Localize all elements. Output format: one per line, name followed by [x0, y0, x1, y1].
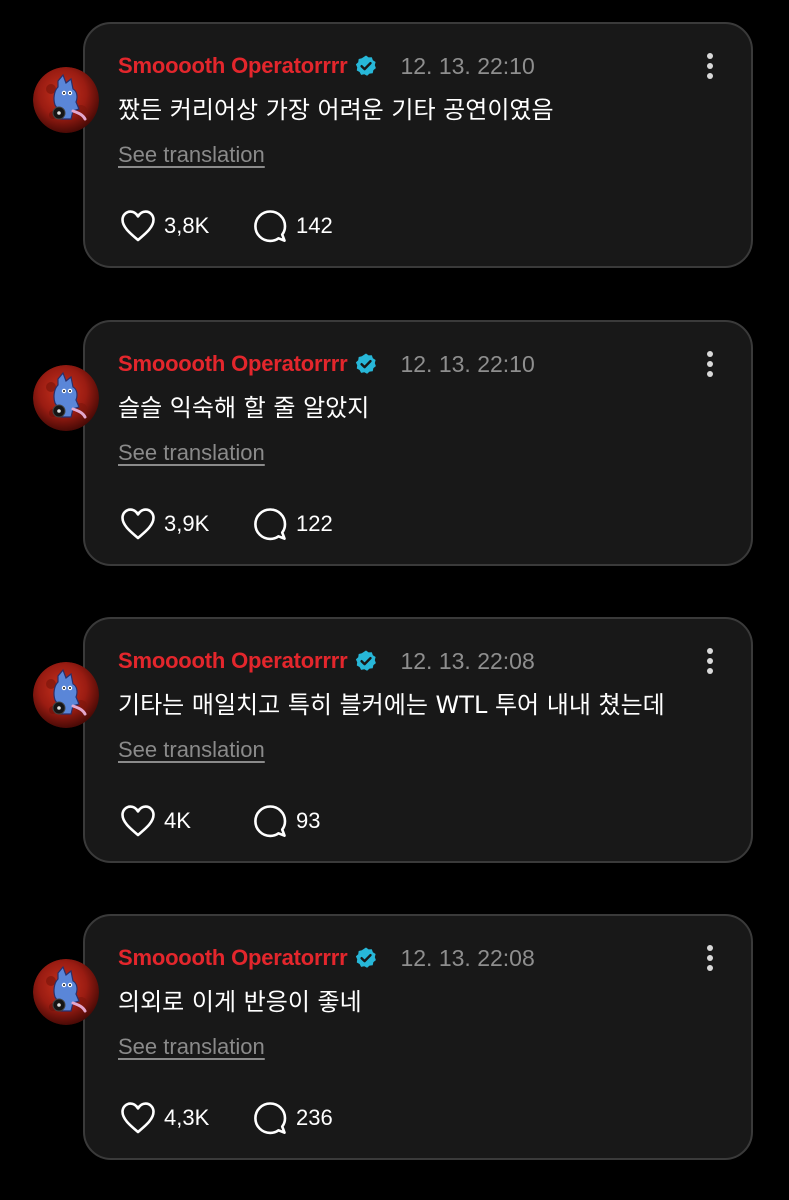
- author-avatar[interactable]: [33, 662, 99, 728]
- post-timestamp: 12. 13. 22:08: [400, 944, 535, 971]
- post-timestamp: 12. 13. 22:08: [400, 647, 535, 674]
- avatar-image: [33, 959, 99, 1025]
- post-timestamp: 12. 13. 22:10: [400, 52, 535, 79]
- post-actions: 4K 93: [120, 802, 320, 840]
- author-name[interactable]: Smooooth Operatorrrr: [118, 648, 348, 674]
- author-avatar[interactable]: [33, 959, 99, 1025]
- heart-outline-icon: [121, 210, 155, 242]
- verified-badge-icon: [356, 55, 377, 76]
- post: Smooooth Operatorrrr 12. 13. 22:08 기타는 매…: [0, 617, 789, 867]
- post-text: 슬슬 익숙해 할 줄 알았지: [118, 394, 370, 422]
- like-button[interactable]: 4,3K: [120, 1101, 252, 1135]
- author-avatar[interactable]: [33, 67, 99, 133]
- post: Smooooth Operatorrrr 12. 13. 22:08 의외로 이…: [0, 914, 789, 1164]
- post: Smooooth Operatorrrr 12. 13. 22:10 짰든 커리…: [0, 22, 789, 272]
- comment-bubble-icon: [254, 1102, 287, 1135]
- author-name[interactable]: Smooooth Operatorrrr: [118, 945, 348, 971]
- like-count: 3,8K: [164, 213, 210, 238]
- comment-button[interactable]: 122: [252, 506, 333, 542]
- author-name[interactable]: Smooooth Operatorrrr: [118, 53, 348, 79]
- post-actions: 3,8K 142: [120, 207, 333, 245]
- comment-button[interactable]: 236: [252, 1100, 333, 1136]
- like-button[interactable]: 3,9K: [120, 507, 252, 541]
- comment-button[interactable]: 93: [252, 803, 320, 839]
- post-text: 기타는 매일치고 특히 블커에는 WTL 투어 내내 쳤는데: [118, 691, 665, 719]
- heart-outline-icon: [121, 508, 155, 540]
- see-translation-link[interactable]: See translation: [118, 142, 265, 168]
- see-translation-link[interactable]: See translation: [118, 737, 265, 763]
- see-translation-link[interactable]: See translation: [118, 1034, 265, 1060]
- heart-outline-icon: [121, 805, 155, 837]
- comment-bubble-icon: [254, 508, 287, 541]
- post-card[interactable]: Smooooth Operatorrrr 12. 13. 22:10 슬슬 익숙…: [83, 320, 753, 566]
- post-actions: 3,9K 122: [120, 505, 333, 543]
- like-count: 4,3K: [164, 1105, 210, 1130]
- post-header: Smooooth Operatorrrr 12. 13. 22:10: [118, 350, 535, 378]
- comment-bubble-icon: [254, 805, 287, 838]
- more-options-icon[interactable]: [701, 646, 719, 676]
- verified-badge-icon: [356, 650, 377, 671]
- post-card[interactable]: Smooooth Operatorrrr 12. 13. 22:10 짰든 커리…: [83, 22, 753, 268]
- see-translation-link[interactable]: See translation: [118, 440, 265, 466]
- comment-count: 122: [296, 511, 333, 536]
- verified-badge-icon: [356, 947, 377, 968]
- post: Smooooth Operatorrrr 12. 13. 22:10 슬슬 익숙…: [0, 320, 789, 570]
- post-header: Smooooth Operatorrrr 12. 13. 22:08: [118, 944, 535, 972]
- like-button[interactable]: 3,8K: [120, 209, 252, 243]
- post-actions: 4,3K 236: [120, 1099, 333, 1137]
- like-count: 3,9K: [164, 511, 210, 536]
- post-header: Smooooth Operatorrrr 12. 13. 22:10: [118, 52, 535, 80]
- verified-badge-icon: [356, 353, 377, 374]
- post-timestamp: 12. 13. 22:10: [400, 350, 535, 377]
- avatar-image: [33, 67, 99, 133]
- like-button[interactable]: 4K: [120, 804, 252, 838]
- post-card[interactable]: Smooooth Operatorrrr 12. 13. 22:08 의외로 이…: [83, 914, 753, 1160]
- like-count: 4K: [164, 808, 191, 833]
- avatar-image: [33, 365, 99, 431]
- more-options-icon[interactable]: [701, 349, 719, 379]
- comment-count: 236: [296, 1105, 333, 1130]
- post-text: 짰든 커리어상 가장 어려운 기타 공연이였음: [118, 96, 554, 124]
- post-header: Smooooth Operatorrrr 12. 13. 22:08: [118, 647, 535, 675]
- author-name[interactable]: Smooooth Operatorrrr: [118, 351, 348, 377]
- post-text: 의외로 이게 반응이 좋네: [118, 988, 362, 1016]
- more-options-icon[interactable]: [701, 943, 719, 973]
- more-options-icon[interactable]: [701, 51, 719, 81]
- comment-button[interactable]: 142: [252, 208, 333, 244]
- comment-count: 142: [296, 213, 333, 238]
- comment-bubble-icon: [254, 210, 287, 243]
- heart-outline-icon: [121, 1102, 155, 1134]
- avatar-image: [33, 662, 99, 728]
- post-card[interactable]: Smooooth Operatorrrr 12. 13. 22:08 기타는 매…: [83, 617, 753, 863]
- comment-count: 93: [296, 808, 321, 833]
- author-avatar[interactable]: [33, 365, 99, 431]
